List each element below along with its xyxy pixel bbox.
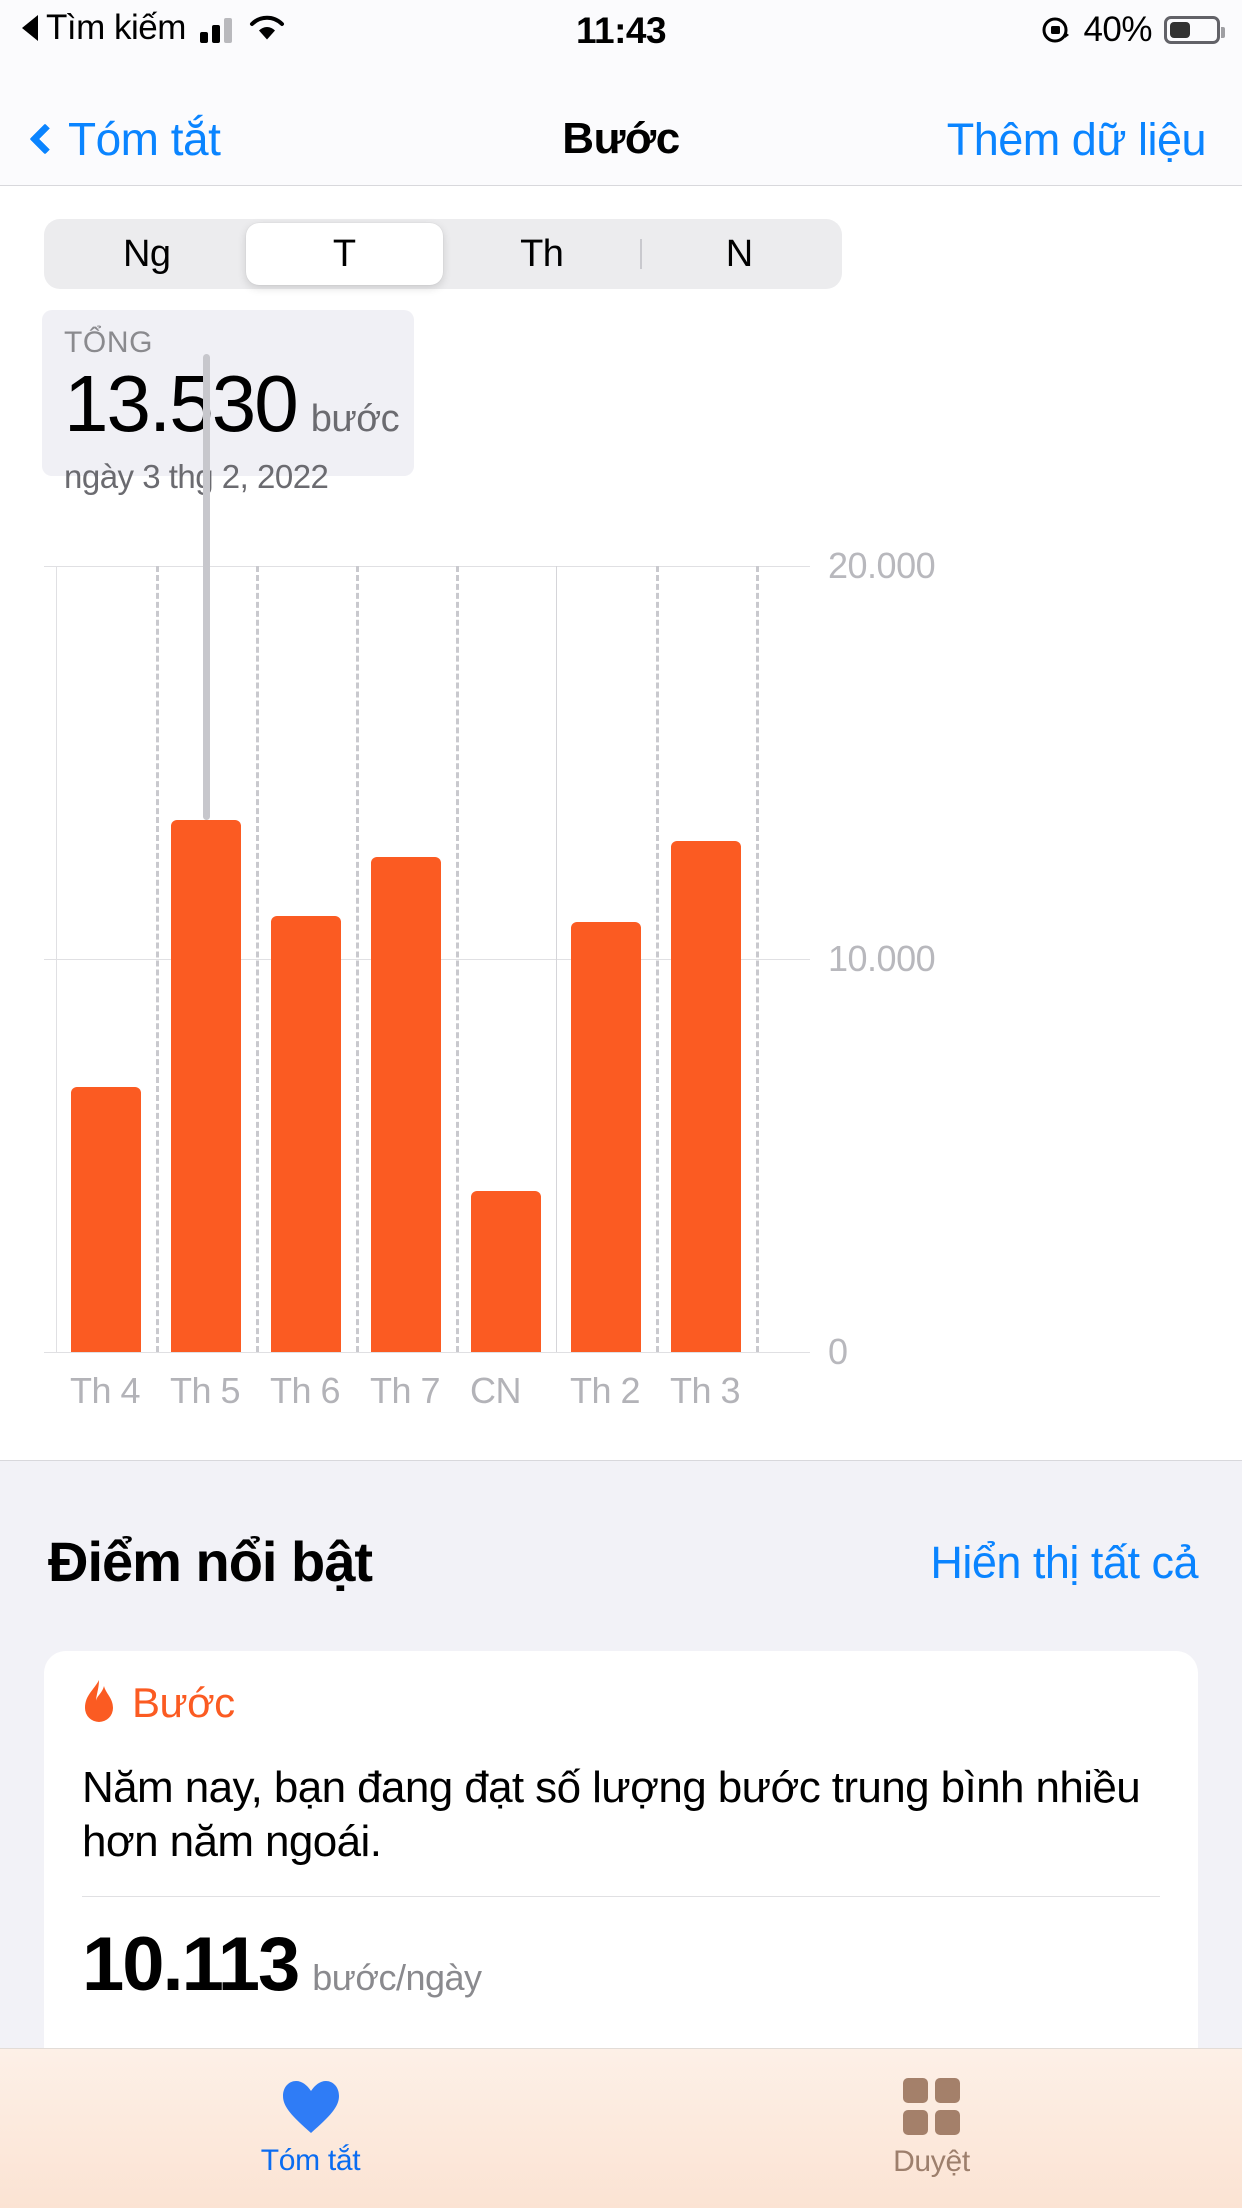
tab-bar[interactable]: Tóm tắt Duyệt — [0, 2048, 1242, 2208]
bar-th-3[interactable] — [671, 841, 741, 1352]
bar-th-5[interactable] — [171, 820, 241, 1352]
segment-year[interactable]: N — [639, 223, 839, 285]
segment-day-label: Ng — [122, 232, 171, 275]
bar-th-2[interactable] — [571, 921, 641, 1352]
battery-percent-label: 40% — [1083, 10, 1152, 49]
gridline-0 — [44, 1352, 810, 1353]
tab-summary[interactable]: Tóm tắt — [0, 2049, 621, 2208]
selection-indicator-line — [202, 354, 210, 821]
vertical-gridline-2 — [256, 566, 259, 1352]
health-steps-screen: Tìm kiếm 11:43 40% Tóm tắt Bước Thêm dữ … — [0, 0, 1242, 2208]
segment-day[interactable]: Ng — [48, 223, 246, 285]
grid-icon — [903, 2078, 960, 2135]
steps-bar-chart[interactable]: 20.000 10.000 0 Th 4 Th 5 Th 6 Th 7 CN Th 2 Th 3 — [44, 354, 936, 1411]
vertical-gridline-end — [756, 566, 759, 1352]
highlights-title: Điểm nổi bật — [48, 1530, 373, 1593]
bar-th-4[interactable] — [71, 1086, 141, 1352]
segment-month[interactable]: Th — [443, 223, 641, 285]
total-summary-callout: TỔNG 13.530 bước ngày 3 thg 2, 2022 — [42, 310, 414, 495]
flame-icon — [82, 1679, 116, 1727]
highlight-card[interactable]: Bước Năm nay, bạn đang đạt số lượng bước… — [44, 1651, 1198, 2081]
vertical-gridline-6 — [656, 566, 659, 1352]
add-data-button[interactable]: Thêm dữ liệu — [947, 114, 1207, 166]
segment-month-label: Th — [520, 232, 564, 275]
show-all-button[interactable]: Hiển thị tất cả — [930, 1537, 1198, 1589]
status-bar-right: 40% — [1041, 10, 1225, 50]
segment-week-label: T — [332, 232, 356, 275]
bar-th-7[interactable] — [371, 856, 441, 1352]
x-tick-label-1: Th 5 — [170, 1370, 241, 1411]
y-tick-label-20000: 20.000 — [828, 545, 936, 586]
total-date: ngày 3 thg 2, 2022 — [64, 458, 329, 495]
tab-summary-label: Tóm tắt — [260, 2143, 361, 2177]
vertical-gridline-5 — [556, 566, 557, 1352]
x-tick-label-0: Th 4 — [70, 1370, 141, 1411]
total-value: 13.530 — [64, 359, 299, 448]
x-tick-label-3: Th 7 — [370, 1370, 441, 1411]
tab-browse-label: Duyệt — [893, 2145, 970, 2178]
vertical-gridline-1 — [156, 566, 159, 1352]
y-tick-label-0: 0 — [828, 1331, 848, 1372]
time-range-segmented-control[interactable]: Ng T Th N — [44, 219, 842, 289]
segment-divider — [639, 239, 642, 269]
x-tick-label-4: CN — [470, 1370, 522, 1411]
highlight-card-kind: Bước — [132, 1679, 235, 1726]
x-tick-label-2: Th 6 — [270, 1370, 341, 1411]
bar-th-6[interactable] — [271, 915, 341, 1352]
segment-year-label: N — [725, 232, 753, 275]
vertical-gridline-3 — [356, 566, 359, 1352]
highlight-card-value-unit: bước/ngày — [312, 1957, 482, 1999]
bar-cn[interactable] — [471, 1190, 541, 1352]
navigation-bar: Tóm tắt Bước Thêm dữ liệu — [0, 62, 1242, 186]
total-value-row: 13.530 bước — [64, 359, 400, 448]
x-tick-label-5: Th 2 — [570, 1370, 641, 1411]
highlights-header: Điểm nổi bật Hiển thị tất cả — [0, 1529, 1242, 1599]
tab-browse[interactable]: Duyệt — [621, 2049, 1242, 2208]
highlights-section: Điểm nổi bật Hiển thị tất cả Bước Năm na… — [0, 1460, 1242, 2081]
total-unit: bước — [310, 398, 400, 440]
heart-icon — [282, 2080, 340, 2134]
vertical-gridline-4 — [456, 566, 459, 1352]
highlight-card-footer: 10.113 bước/ngày — [82, 1927, 1160, 2003]
x-tick-label-6: Th 3 — [670, 1370, 741, 1411]
highlight-card-divider — [82, 1896, 1160, 1898]
status-bar: Tìm kiếm 11:43 40% — [0, 0, 1242, 62]
highlight-card-header: Bước — [82, 1679, 1160, 1727]
total-label: TỔNG — [64, 326, 154, 359]
highlight-card-value: 10.113 — [82, 1922, 300, 2008]
y-tick-label-10000: 10.000 — [828, 938, 936, 979]
battery-icon — [1164, 16, 1225, 44]
segment-week[interactable]: T — [245, 223, 443, 285]
highlight-card-body: Năm nay, bạn đang đạt số lượng bước trun… — [82, 1763, 1141, 1866]
rotation-lock-icon — [1041, 15, 1071, 45]
